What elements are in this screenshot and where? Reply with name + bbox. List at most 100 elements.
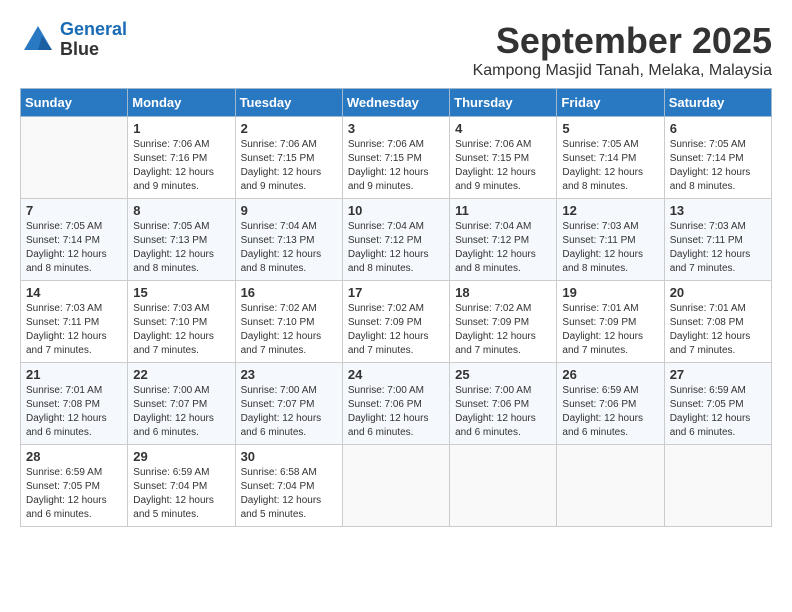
calendar-cell: 22 Sunrise: 7:00 AM Sunset: 7:07 PM Dayli…	[128, 363, 235, 445]
location-subtitle: Kampong Masjid Tanah, Melaka, Malaysia	[473, 62, 772, 80]
column-header-sunday: Sunday	[21, 89, 128, 117]
day-number: 2	[241, 121, 337, 136]
day-info: Sunrise: 7:06 AM Sunset: 7:15 PM Dayligh…	[348, 138, 444, 194]
logo: General Blue	[20, 20, 127, 60]
calendar-header-row: SundayMondayTuesdayWednesdayThursdayFrid…	[21, 89, 772, 117]
calendar-cell: 23 Sunrise: 7:00 AM Sunset: 7:07 PM Dayli…	[235, 363, 342, 445]
calendar-week-row: 14 Sunrise: 7:03 AM Sunset: 7:11 PM Dayli…	[21, 281, 772, 363]
calendar-week-row: 7 Sunrise: 7:05 AM Sunset: 7:14 PM Daylig…	[21, 199, 772, 281]
day-info: Sunrise: 7:01 AM Sunset: 7:09 PM Dayligh…	[562, 302, 658, 358]
calendar-cell: 6 Sunrise: 7:05 AM Sunset: 7:14 PM Daylig…	[664, 117, 771, 199]
calendar-cell	[342, 445, 449, 527]
calendar-cell	[450, 445, 557, 527]
calendar-cell: 13Sunrise: 7:03 AM Sunset: 7:11 PM Dayli…	[664, 199, 771, 281]
calendar-table: SundayMondayTuesdayWednesdayThursdayFrid…	[20, 88, 772, 527]
day-number: 24	[348, 367, 444, 382]
day-number: 15	[133, 285, 229, 300]
day-number: 30	[241, 449, 337, 464]
day-info: Sunrise: 6:59 AM Sunset: 7:06 PM Dayligh…	[562, 384, 658, 440]
day-number: 12	[562, 203, 658, 218]
day-number: 19	[562, 285, 658, 300]
day-number: 6	[670, 121, 766, 136]
day-number: 8	[133, 203, 229, 218]
page-header: General Blue September 2025 Kampong Masj…	[20, 20, 772, 80]
day-number: 9	[241, 203, 337, 218]
day-info: Sunrise: 7:05 AM Sunset: 7:14 PM Dayligh…	[670, 138, 766, 194]
day-number: 7	[26, 203, 122, 218]
day-info: Sunrise: 7:02 AM Sunset: 7:09 PM Dayligh…	[455, 302, 551, 358]
calendar-cell: 30 Sunrise: 6:58 AM Sunset: 7:04 PM Dayli…	[235, 445, 342, 527]
logo-text: General Blue	[60, 20, 127, 60]
column-header-saturday: Saturday	[664, 89, 771, 117]
calendar-cell: 27 Sunrise: 6:59 AM Sunset: 7:05 PM Dayli…	[664, 363, 771, 445]
day-number: 28	[26, 449, 122, 464]
day-info: Sunrise: 7:05 AM Sunset: 7:14 PM Dayligh…	[26, 220, 122, 276]
calendar-cell	[664, 445, 771, 527]
day-info: Sunrise: 6:59 AM Sunset: 7:05 PM Dayligh…	[670, 384, 766, 440]
calendar-cell: 3 Sunrise: 7:06 AM Sunset: 7:15 PM Daylig…	[342, 117, 449, 199]
column-header-monday: Monday	[128, 89, 235, 117]
day-info: Sunrise: 7:06 AM Sunset: 7:15 PM Dayligh…	[241, 138, 337, 194]
calendar-cell: 19 Sunrise: 7:01 AM Sunset: 7:09 PM Dayli…	[557, 281, 664, 363]
day-info: Sunrise: 7:02 AM Sunset: 7:09 PM Dayligh…	[348, 302, 444, 358]
day-number: 14	[26, 285, 122, 300]
calendar-cell: 5 Sunrise: 7:05 AM Sunset: 7:14 PM Daylig…	[557, 117, 664, 199]
day-number: 23	[241, 367, 337, 382]
calendar-cell: 15 Sunrise: 7:03 AM Sunset: 7:10 PM Dayli…	[128, 281, 235, 363]
day-info: Sunrise: 7:03 AM Sunset: 7:10 PM Dayligh…	[133, 302, 229, 358]
day-info: Sunrise: 7:03 AM Sunset: 7:11 PM Dayligh…	[562, 220, 658, 276]
day-number: 3	[348, 121, 444, 136]
calendar-week-row: 28Sunrise: 6:59 AM Sunset: 7:05 PM Dayli…	[21, 445, 772, 527]
day-info: Sunrise: 7:01 AM Sunset: 7:08 PM Dayligh…	[670, 302, 766, 358]
day-info: Sunrise: 7:03 AM Sunset: 7:11 PM Dayligh…	[26, 302, 122, 358]
day-number: 5	[562, 121, 658, 136]
calendar-cell: 16Sunrise: 7:02 AM Sunset: 7:10 PM Dayli…	[235, 281, 342, 363]
calendar-cell: 28Sunrise: 6:59 AM Sunset: 7:05 PM Dayli…	[21, 445, 128, 527]
day-number: 27	[670, 367, 766, 382]
month-title: September 2025	[473, 20, 772, 62]
day-number: 17	[348, 285, 444, 300]
calendar-cell: 8 Sunrise: 7:05 AM Sunset: 7:13 PM Daylig…	[128, 199, 235, 281]
calendar-cell: 29 Sunrise: 6:59 AM Sunset: 7:04 PM Dayli…	[128, 445, 235, 527]
day-info: Sunrise: 7:05 AM Sunset: 7:13 PM Dayligh…	[133, 220, 229, 276]
day-info: Sunrise: 7:03 AM Sunset: 7:11 PM Dayligh…	[670, 220, 766, 276]
day-info: Sunrise: 7:05 AM Sunset: 7:14 PM Dayligh…	[562, 138, 658, 194]
day-number: 29	[133, 449, 229, 464]
day-number: 22	[133, 367, 229, 382]
calendar-cell: 20 Sunrise: 7:01 AM Sunset: 7:08 PM Dayli…	[664, 281, 771, 363]
day-info: Sunrise: 6:59 AM Sunset: 7:04 PM Dayligh…	[133, 466, 229, 522]
day-number: 10	[348, 203, 444, 218]
day-number: 11	[455, 203, 551, 218]
column-header-wednesday: Wednesday	[342, 89, 449, 117]
calendar-cell: 7 Sunrise: 7:05 AM Sunset: 7:14 PM Daylig…	[21, 199, 128, 281]
calendar-cell: 1 Sunrise: 7:06 AM Sunset: 7:16 PM Daylig…	[128, 117, 235, 199]
calendar-cell: 17 Sunrise: 7:02 AM Sunset: 7:09 PM Dayli…	[342, 281, 449, 363]
day-info: Sunrise: 6:58 AM Sunset: 7:04 PM Dayligh…	[241, 466, 337, 522]
calendar-cell: 25Sunrise: 7:00 AM Sunset: 7:06 PM Dayli…	[450, 363, 557, 445]
logo-icon	[20, 22, 56, 58]
calendar-week-row: 1 Sunrise: 7:06 AM Sunset: 7:16 PM Daylig…	[21, 117, 772, 199]
day-number: 16	[241, 285, 337, 300]
calendar-cell: 2 Sunrise: 7:06 AM Sunset: 7:15 PM Daylig…	[235, 117, 342, 199]
day-info: Sunrise: 7:00 AM Sunset: 7:06 PM Dayligh…	[455, 384, 551, 440]
calendar-cell: 21Sunrise: 7:01 AM Sunset: 7:08 PM Dayli…	[21, 363, 128, 445]
day-info: Sunrise: 7:00 AM Sunset: 7:07 PM Dayligh…	[133, 384, 229, 440]
day-info: Sunrise: 7:04 AM Sunset: 7:12 PM Dayligh…	[348, 220, 444, 276]
day-info: Sunrise: 7:04 AM Sunset: 7:13 PM Dayligh…	[241, 220, 337, 276]
day-number: 26	[562, 367, 658, 382]
calendar-cell: 4Sunrise: 7:06 AM Sunset: 7:15 PM Daylig…	[450, 117, 557, 199]
title-block: September 2025 Kampong Masjid Tanah, Mel…	[473, 20, 772, 80]
day-info: Sunrise: 7:01 AM Sunset: 7:08 PM Dayligh…	[26, 384, 122, 440]
calendar-cell: 24 Sunrise: 7:00 AM Sunset: 7:06 PM Dayli…	[342, 363, 449, 445]
calendar-cell	[557, 445, 664, 527]
calendar-cell: 10 Sunrise: 7:04 AM Sunset: 7:12 PM Dayli…	[342, 199, 449, 281]
calendar-cell: 14 Sunrise: 7:03 AM Sunset: 7:11 PM Dayli…	[21, 281, 128, 363]
calendar-cell: 9 Sunrise: 7:04 AM Sunset: 7:13 PM Daylig…	[235, 199, 342, 281]
day-number: 20	[670, 285, 766, 300]
day-info: Sunrise: 7:06 AM Sunset: 7:16 PM Dayligh…	[133, 138, 229, 194]
calendar-cell: 11Sunrise: 7:04 AM Sunset: 7:12 PM Dayli…	[450, 199, 557, 281]
day-number: 18	[455, 285, 551, 300]
day-info: Sunrise: 7:00 AM Sunset: 7:07 PM Dayligh…	[241, 384, 337, 440]
day-info: Sunrise: 7:00 AM Sunset: 7:06 PM Dayligh…	[348, 384, 444, 440]
day-number: 1	[133, 121, 229, 136]
